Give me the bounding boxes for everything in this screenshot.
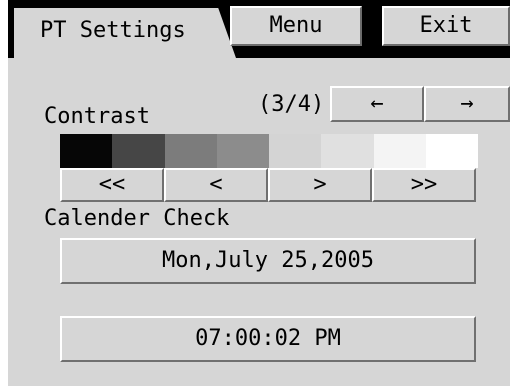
contrast-swatch-3 xyxy=(164,134,217,168)
page-indicator: (3/4) xyxy=(258,92,325,117)
contrast-increase-button[interactable]: > xyxy=(268,168,372,202)
contrast-increase-fast-button[interactable]: >> xyxy=(372,168,476,202)
contrast-scale xyxy=(60,134,478,168)
tab-pt-settings[interactable]: PT Settings xyxy=(14,8,236,58)
tab-pt-settings-label: PT Settings xyxy=(40,18,186,43)
contrast-swatch-6 xyxy=(321,134,374,168)
contrast-decrease-fast-button[interactable]: << xyxy=(60,168,164,202)
contrast-swatch-5 xyxy=(269,134,322,168)
left-arrow-icon: ← xyxy=(370,91,384,116)
calendar-date-display[interactable]: Mon,July 25,2005 xyxy=(60,238,476,284)
pt-settings-screen: PT Settings Menu Exit (3/4) ← → Contrast… xyxy=(8,0,510,386)
right-arrow-icon: → xyxy=(460,91,474,116)
next-page-button[interactable]: → xyxy=(424,86,510,122)
prev-page-button[interactable]: ← xyxy=(330,86,424,122)
contrast-label: Contrast xyxy=(44,104,150,129)
contrast-swatch-4 xyxy=(216,134,269,168)
contrast-swatch-1 xyxy=(60,134,113,168)
exit-button[interactable]: Exit xyxy=(382,6,510,46)
contrast-decrease-button[interactable]: < xyxy=(164,168,268,202)
contrast-swatch-8 xyxy=(425,134,478,168)
contrast-swatch-2 xyxy=(112,134,165,168)
tab-bar: PT Settings Menu Exit xyxy=(8,0,510,58)
menu-button[interactable]: Menu xyxy=(230,6,362,46)
calendar-check-label: Calender Check xyxy=(44,206,230,231)
contrast-swatch-7 xyxy=(373,134,426,168)
calendar-time-display[interactable]: 07:00:02 PM xyxy=(60,316,476,362)
